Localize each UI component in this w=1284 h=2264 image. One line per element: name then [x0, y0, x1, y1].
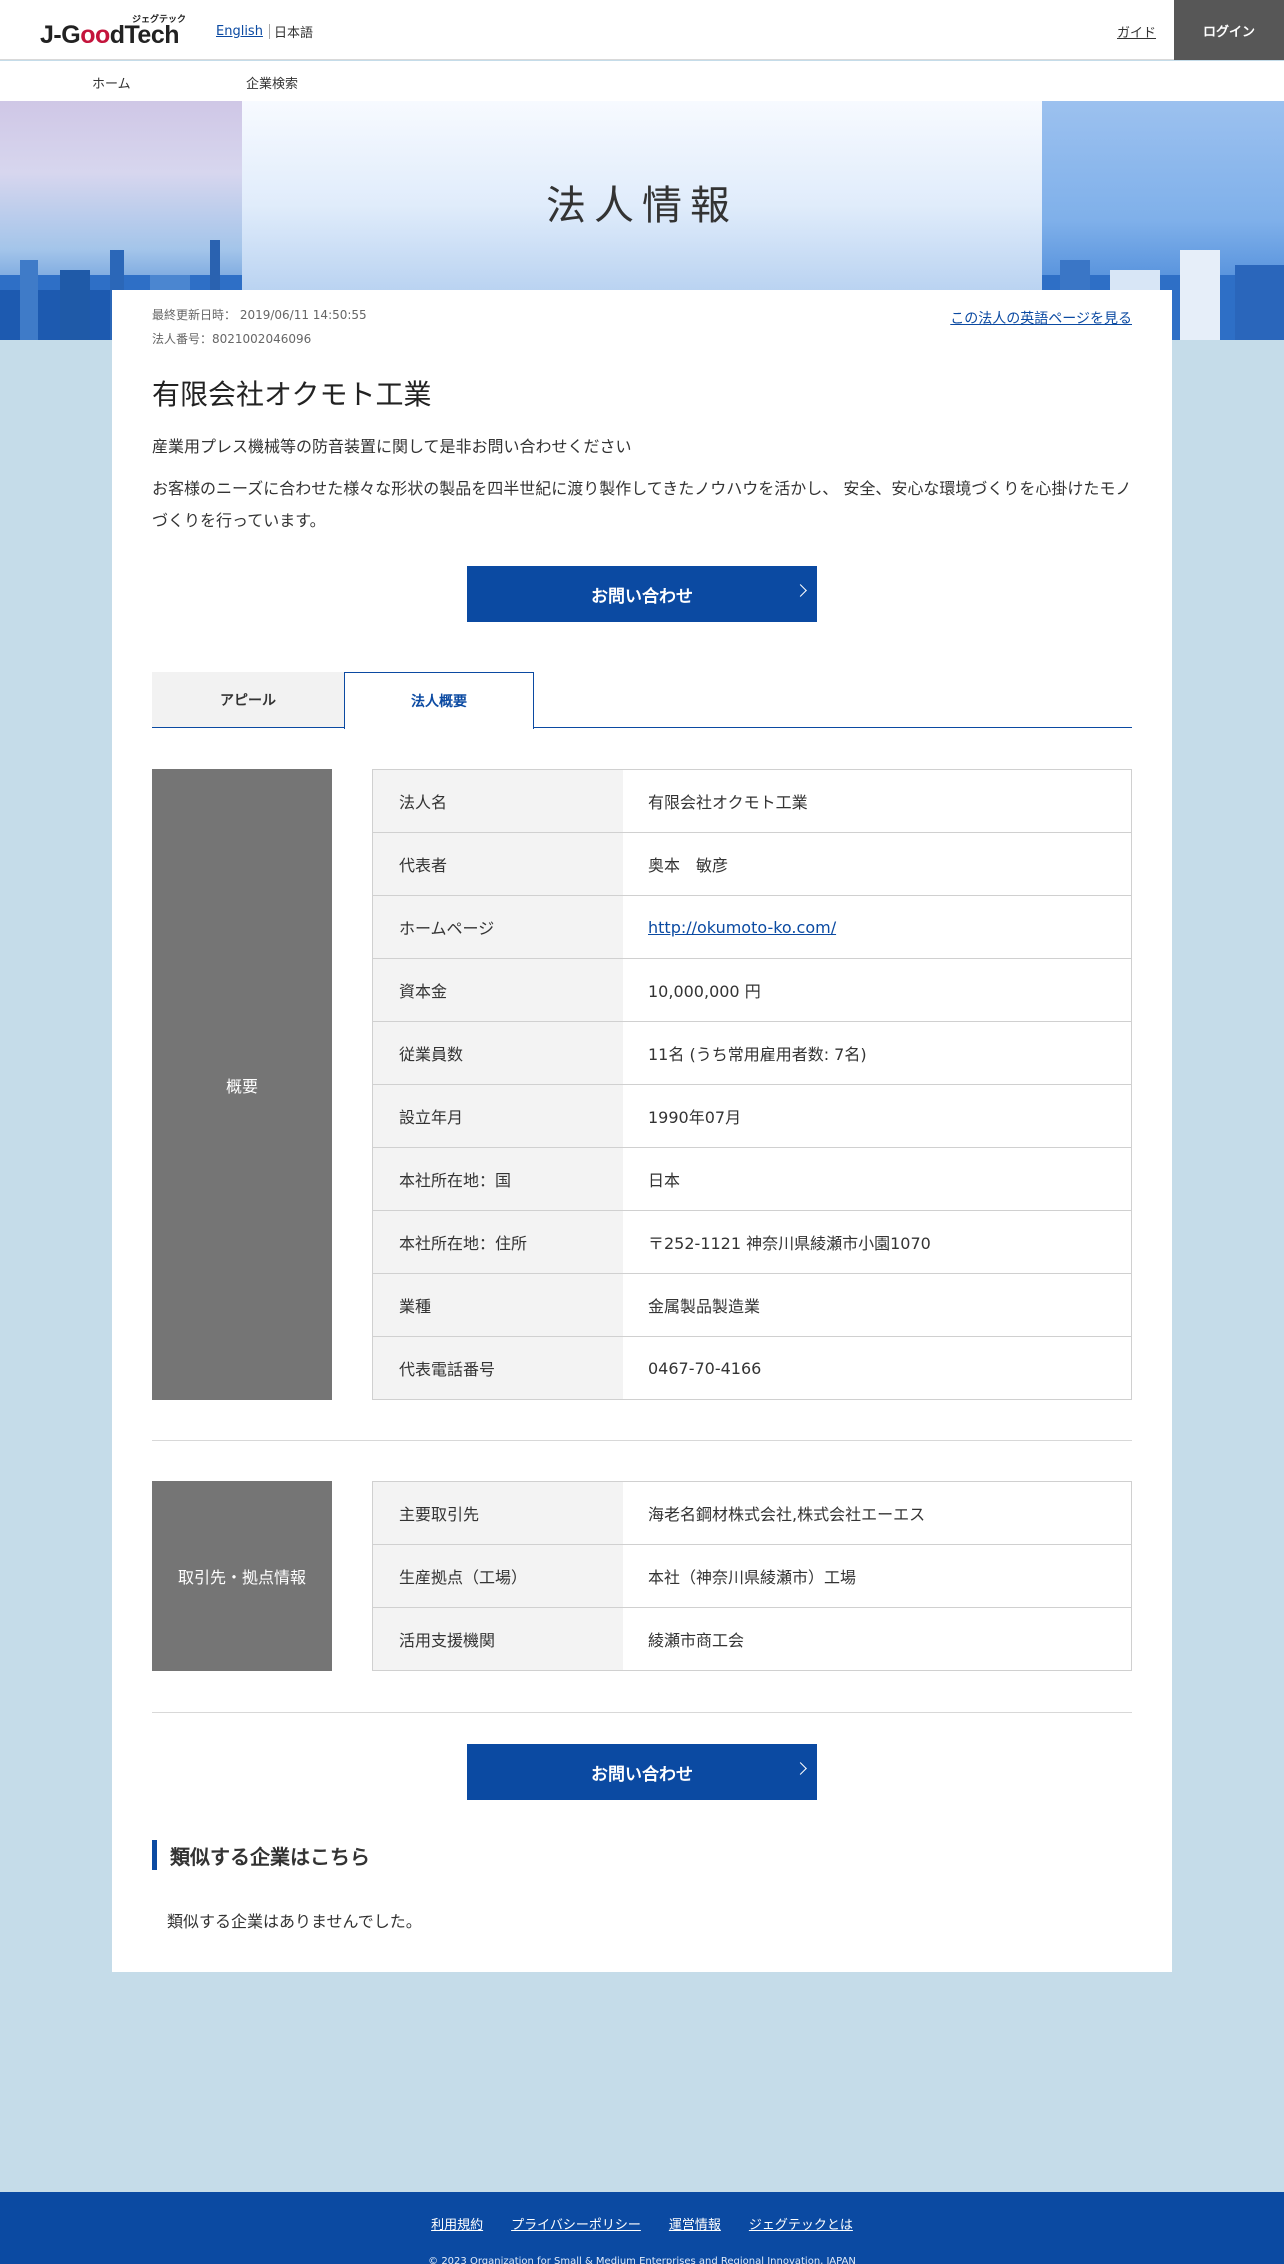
overview-table: 法人名 有限会社オクモト工業 代表者 奥本 敏彦 ホームページ http://okum…	[372, 769, 1132, 1400]
guide-link[interactable]: ガイド	[1117, 22, 1156, 41]
corporate-number: 法人番号：8021002046096	[152, 332, 312, 346]
row-value: 10,000,000 円	[648, 982, 761, 1001]
nav-home[interactable]: ホーム	[92, 73, 131, 92]
homepage-link[interactable]: http://okumoto-ko.com/	[648, 918, 836, 937]
table-row: 代表者 奥本 敏彦	[373, 833, 1131, 896]
lang-english-link[interactable]: English	[216, 24, 270, 39]
site-footer: 利用規約 プライバシーポリシー 運営情報 ジェグテックとは © 2023 Org…	[0, 2192, 1284, 2264]
logo-accent: oo	[80, 21, 110, 49]
site-header: ジェグテック J-GoodTech English 日本語 ガイド ログイン	[0, 0, 1284, 60]
row-value: 綾瀬市商工会	[648, 1631, 745, 1650]
footer-links: 利用規約 プライバシーポリシー 運営情報 ジェグテックとは	[0, 2214, 1284, 2233]
chevron-right-icon	[794, 584, 807, 597]
section-divider	[152, 1440, 1132, 1441]
chevron-right-icon	[794, 1762, 807, 1775]
footer-privacy-link[interactable]: プライバシーポリシー	[511, 2214, 641, 2233]
lang-japanese-current: 日本語	[273, 26, 313, 41]
row-value: 海老名鋼材株式会社,株式会社エーエス	[648, 1505, 926, 1524]
table-row: 設立年月 1990年07月	[373, 1085, 1131, 1148]
section-label-partners: 取引先・拠点情報	[152, 1481, 332, 1671]
partners-table: 主要取引先 海老名鋼材株式会社,株式会社エーエス 生産拠点（工場） 本社（神奈川県綾…	[372, 1481, 1132, 1671]
footer-about-link[interactable]: ジェグテックとは	[749, 2214, 853, 2233]
last-updated: 最終更新日時： 2019/06/11 14:50:55	[152, 308, 367, 322]
language-switcher: English 日本語	[216, 22, 313, 41]
logo-wordmark: J-GoodTech	[40, 21, 180, 49]
row-value: 奥本 敏彦	[648, 856, 729, 875]
tab-appeal[interactable]: アピール	[152, 672, 344, 728]
row-value: 1990年07月	[648, 1108, 742, 1127]
row-key: ホームページ	[373, 896, 623, 958]
footer-operation-link[interactable]: 運営情報	[669, 2214, 721, 2233]
login-button[interactable]: ログイン	[1174, 0, 1284, 60]
table-row: 本社所在地：住所 〒252-1121 神奈川県綾瀬市小園1070	[373, 1211, 1131, 1274]
row-key: 生産拠点（工場）	[373, 1545, 623, 1607]
contact-button-top[interactable]: お問い合わせ	[467, 566, 817, 622]
table-row: 法人名 有限会社オクモト工業	[373, 770, 1131, 833]
meta-info: 最終更新日時： 2019/06/11 14:50:55 法人番号：8021002…	[152, 303, 367, 351]
row-value: 0467-70-4166	[648, 1358, 762, 1378]
english-page-link[interactable]: この法人の英語ページを見る	[950, 308, 1132, 328]
row-value: 11名 (うち常用雇用者数: 7名)	[648, 1045, 867, 1064]
global-nav: ホーム 企業検索	[0, 61, 1284, 101]
contact-button-label: お問い合わせ	[591, 1764, 693, 1785]
jgoodtech-logo[interactable]: ジェグテック J-GoodTech	[40, 12, 190, 52]
similar-companies-heading: 類似する企業はこちら	[152, 1840, 370, 1870]
table-row: 従業員数 11名 (うち常用雇用者数: 7名)	[373, 1022, 1131, 1085]
table-row: 生産拠点（工場） 本社（神奈川県綾瀬市）工場	[373, 1545, 1131, 1608]
row-value: 有限会社オクモト工業	[648, 793, 808, 812]
similar-companies-empty: 類似する企業はありませんでした。	[167, 1912, 422, 1931]
row-key: 活用支援機関	[373, 1608, 623, 1670]
row-key: 本社所在地：国	[373, 1148, 623, 1210]
section-divider	[152, 1712, 1132, 1713]
nav-company-search[interactable]: 企業検索	[246, 73, 298, 92]
row-key: 本社所在地：住所	[373, 1211, 623, 1273]
row-value: 日本	[648, 1171, 681, 1190]
table-row: 代表電話番号 0467-70-4166	[373, 1337, 1131, 1400]
table-row: ホームページ http://okumoto-ko.com/	[373, 896, 1131, 959]
row-key: 代表電話番号	[373, 1337, 623, 1399]
company-card: 最終更新日時： 2019/06/11 14:50:55 法人番号：8021002…	[112, 290, 1172, 1972]
row-key: 設立年月	[373, 1085, 623, 1147]
row-key: 業種	[373, 1274, 623, 1336]
company-description: お客様のニーズに合わせた様々な形状の製品を四半世紀に渡り製作してきたノウハウを活…	[152, 479, 1132, 530]
page-title: 法人情報	[546, 183, 738, 229]
table-row: 本社所在地：国 日本	[373, 1148, 1131, 1211]
contact-button-bottom[interactable]: お問い合わせ	[467, 1744, 817, 1800]
tab-company-profile[interactable]: 法人概要	[344, 672, 534, 729]
contact-button-label: お問い合わせ	[591, 586, 693, 607]
table-row: 活用支援機関 綾瀬市商工会	[373, 1608, 1131, 1671]
row-key: 法人名	[373, 770, 623, 832]
row-key: 代表者	[373, 833, 623, 895]
row-key: 主要取引先	[373, 1482, 623, 1544]
row-key: 従業員数	[373, 1022, 623, 1084]
company-name: 有限会社オクモト工業	[152, 378, 432, 411]
company-catchphrase: 産業用プレス機械等の防音装置に関して是非お問い合わせください	[152, 437, 632, 456]
table-row: 主要取引先 海老名鋼材株式会社,株式会社エーエス	[373, 1482, 1131, 1545]
row-value: http://okumoto-ko.com/	[623, 896, 1131, 958]
row-value: 〒252-1121 神奈川県綾瀬市小園1070	[648, 1234, 931, 1253]
footer-terms-link[interactable]: 利用規約	[431, 2214, 483, 2233]
table-row: 資本金 10,000,000 円	[373, 959, 1131, 1022]
row-value: 本社（神奈川県綾瀬市）工場	[648, 1568, 857, 1587]
row-key: 資本金	[373, 959, 623, 1021]
table-row: 業種 金属製品製造業	[373, 1274, 1131, 1337]
section-label-overview: 概要	[152, 769, 332, 1400]
copyright-text: © 2023 Organization for Small & Medium E…	[428, 2256, 856, 2264]
row-value: 金属製品製造業	[648, 1297, 761, 1316]
